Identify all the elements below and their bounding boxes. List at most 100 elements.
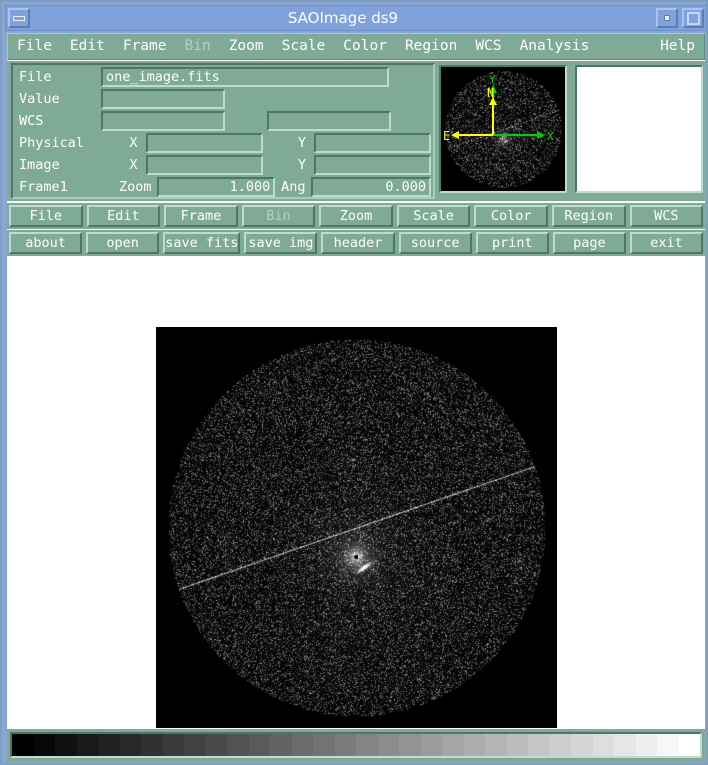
button-print[interactable]: print bbox=[475, 232, 549, 254]
colorbar-step bbox=[678, 734, 700, 756]
colorbar-step bbox=[162, 734, 184, 756]
panner-east-arrow-icon bbox=[451, 131, 459, 139]
info-panel-region: File one_image.fits Value WCS Physical X… bbox=[7, 61, 705, 201]
magnifier[interactable] bbox=[575, 65, 703, 193]
physical-x-value bbox=[145, 133, 263, 153]
colorbar-step bbox=[55, 734, 77, 756]
wcs-value-delta bbox=[267, 111, 391, 131]
button-header[interactable]: header bbox=[321, 232, 395, 254]
colorbar-step bbox=[506, 734, 528, 756]
colorbar-step bbox=[356, 734, 378, 756]
restore-icon bbox=[664, 15, 670, 21]
button-color[interactable]: Color bbox=[474, 205, 548, 227]
colorbar-step bbox=[119, 734, 141, 756]
fits-image-canvas[interactable] bbox=[156, 327, 557, 728]
image-y-label: Y bbox=[297, 157, 306, 173]
value-value bbox=[101, 89, 225, 109]
colorbar-step bbox=[549, 734, 571, 756]
image-x-value bbox=[145, 155, 263, 175]
button-source[interactable]: source bbox=[398, 232, 472, 254]
button-scale[interactable]: Scale bbox=[396, 205, 471, 227]
menu-analysis[interactable]: Analysis bbox=[511, 34, 599, 59]
button-page[interactable]: page bbox=[552, 232, 626, 254]
file-label: File bbox=[19, 69, 52, 85]
restore-button[interactable] bbox=[656, 8, 678, 28]
colorbar-step bbox=[399, 734, 421, 756]
colorbar-step bbox=[141, 734, 163, 756]
info-row-frame: Frame1 Zoom 1.000 Ang 0.000 bbox=[15, 176, 432, 198]
button-exit[interactable]: exit bbox=[629, 232, 704, 254]
minimize-button[interactable] bbox=[8, 8, 30, 28]
colorbar-step bbox=[98, 734, 120, 756]
minimize-icon bbox=[13, 15, 25, 21]
colorbar-step bbox=[485, 734, 507, 756]
menu-scale[interactable]: Scale bbox=[273, 34, 335, 59]
button-zoom[interactable]: Zoom bbox=[319, 205, 393, 227]
info-row-physical: Physical X Y bbox=[15, 132, 431, 154]
physical-y-label: Y bbox=[297, 135, 306, 151]
panner-x-label: X bbox=[547, 130, 554, 143]
zoom-value: 1.000 bbox=[157, 177, 276, 197]
colorbar-step bbox=[528, 734, 550, 756]
client-area: File Edit Frame Bin Zoom Scale Color Reg… bbox=[7, 33, 705, 762]
colorbar-step bbox=[334, 734, 356, 756]
menu-help[interactable]: Help bbox=[651, 34, 704, 59]
button-bin: Bin bbox=[241, 205, 316, 227]
menu-edit[interactable]: Edit bbox=[61, 34, 114, 59]
colorbar-step bbox=[463, 734, 485, 756]
panner-y-label: Y bbox=[489, 73, 496, 86]
menu-file[interactable]: File bbox=[8, 34, 61, 59]
button-bar-secondary: about open save fits save img header sou… bbox=[7, 230, 705, 256]
info-row-image: Image X Y bbox=[15, 154, 431, 176]
window-manager-frame: SAOImage ds9 File Edit Frame Bin Zoom Sc… bbox=[0, 0, 708, 765]
ang-value: 0.000 bbox=[311, 177, 432, 197]
button-open[interactable]: open bbox=[86, 232, 160, 254]
maximize-button[interactable] bbox=[682, 8, 704, 28]
button-about[interactable]: about bbox=[9, 232, 83, 254]
wcs-label: WCS bbox=[19, 113, 44, 129]
colorbar-step bbox=[592, 734, 614, 756]
panner-x-arrow-icon bbox=[537, 131, 545, 139]
colorbar-step bbox=[33, 734, 55, 756]
value-label: Value bbox=[19, 91, 60, 107]
title-bar[interactable]: SAOImage ds9 bbox=[5, 5, 707, 31]
colorbar-step bbox=[635, 734, 657, 756]
image-y-value bbox=[313, 155, 431, 175]
colorbar-step bbox=[291, 734, 313, 756]
colorbar-step bbox=[12, 734, 34, 756]
menu-region[interactable]: Region bbox=[396, 34, 466, 59]
panner-compass: X Y E N bbox=[443, 73, 554, 143]
info-panel: File one_image.fits Value WCS Physical X… bbox=[11, 63, 435, 199]
zoom-label: Zoom bbox=[118, 179, 152, 195]
menu-wcs[interactable]: WCS bbox=[466, 34, 510, 59]
button-frame[interactable]: Frame bbox=[164, 205, 238, 227]
colorbar-step bbox=[571, 734, 593, 756]
button-save-img[interactable]: save img bbox=[244, 232, 318, 254]
frame-label: Frame1 bbox=[19, 179, 68, 195]
info-row-wcs: WCS bbox=[15, 110, 431, 132]
info-row-file: File one_image.fits bbox=[15, 66, 431, 88]
button-edit[interactable]: Edit bbox=[86, 205, 161, 227]
menu-color[interactable]: Color bbox=[334, 34, 396, 59]
button-region[interactable]: Region bbox=[551, 205, 626, 227]
panner-east-label: E bbox=[443, 129, 450, 143]
panner[interactable]: X Y E N bbox=[439, 65, 567, 193]
wcs-value-alpha bbox=[101, 111, 225, 131]
menu-bar: File Edit Frame Bin Zoom Scale Color Reg… bbox=[7, 33, 705, 60]
panner-north-label: N bbox=[487, 86, 494, 100]
window-title: SAOImage ds9 bbox=[287, 9, 399, 27]
colorbar-step bbox=[657, 734, 679, 756]
button-file[interactable]: File bbox=[9, 205, 83, 227]
button-wcs[interactable]: WCS bbox=[629, 205, 704, 227]
menu-bin: Bin bbox=[184, 38, 211, 54]
button-save-fits[interactable]: save fits bbox=[163, 232, 241, 254]
colorbar[interactable] bbox=[10, 732, 702, 758]
menu-frame[interactable]: Frame bbox=[114, 34, 176, 59]
image-display-area[interactable] bbox=[7, 257, 705, 728]
colorbar-step bbox=[248, 734, 270, 756]
colorbar-step bbox=[614, 734, 636, 756]
colorbar-step bbox=[76, 734, 98, 756]
info-row-value: Value bbox=[15, 88, 431, 110]
menu-zoom[interactable]: Zoom bbox=[220, 34, 273, 59]
physical-label: Physical bbox=[19, 135, 85, 151]
